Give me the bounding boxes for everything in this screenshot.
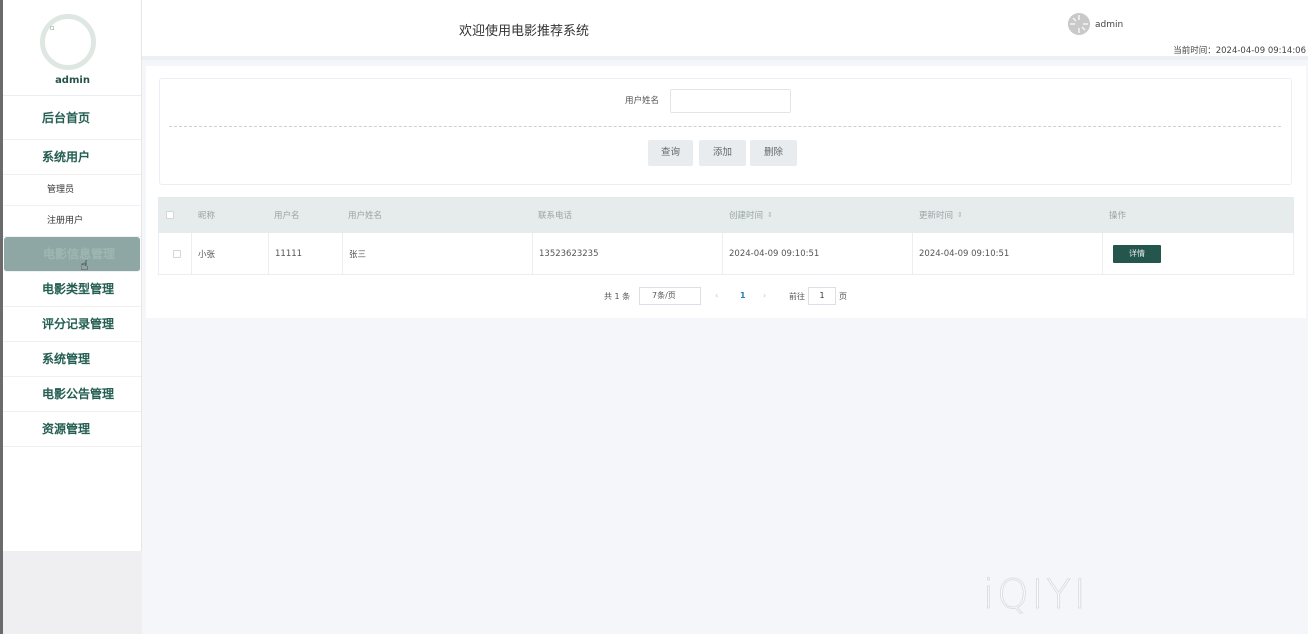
sidebar-item-resources[interactable]: 资源管理 [3,412,141,447]
table-row: 小张 11111 张三 13523623235 2024-04-09 09:10… [158,233,1294,275]
sidebar-item-registered-users[interactable]: 注册用户 [3,206,141,237]
pagination: 共 1 条 7条/页 ‹ 1 › 前往 1 页 [146,286,1306,306]
cell-action: 详情 [1102,233,1294,274]
sidebar-item-home[interactable]: 后台首页 [3,96,141,140]
cell-updated: 2024-04-09 09:10:51 [912,233,1102,274]
current-time: 当前时间：2024-04-09 09:14:06 [1173,46,1306,56]
delete-button[interactable]: 删除 [750,140,797,166]
col-username: 用户名 [274,211,300,221]
hand-cursor-icon: ☝ [80,258,89,274]
search-label: 用户姓名 [625,96,660,106]
col-updated-label: 更新时间 [919,211,954,221]
profile-name: admin [55,75,90,86]
sidebar-item-system-users[interactable]: 系统用户 [3,140,141,175]
profile: ▫ admin [3,0,141,96]
sort-icon[interactable]: ⇕ [767,211,773,219]
sidebar-item-movie-announcements[interactable]: 电影公告管理 [3,377,141,412]
col-updated[interactable]: 更新时间 ⇕ [919,197,963,233]
col-nickname: 昵称 [198,211,216,221]
row-checkbox[interactable] [173,249,181,258]
col-action: 操作 [1109,211,1127,221]
query-button[interactable]: 查询 [648,140,693,166]
sort-icon[interactable]: ⇕ [957,211,963,219]
table-header: 昵称 用户名 用户姓名 联系电话 创建时间 ⇕ 更新时间 ⇕ 操作 [158,197,1294,233]
sidebar-item-admins[interactable]: 管理员 [3,175,141,206]
sidebar-item-movie-info[interactable]: 电影信息管理 [4,237,140,272]
select-all-checkbox-cell[interactable] [166,197,174,233]
header-username[interactable]: admin [1095,20,1123,30]
select-all-checkbox[interactable] [166,211,174,219]
iqiyi-watermark: iQIYI [983,572,1089,619]
search-form: 用户姓名 查询 添加 删除 [159,78,1292,185]
loading-spinner-icon [1068,13,1090,35]
user-avatar[interactable] [1068,13,1090,35]
pagination-total: 共 1 条 [604,292,631,301]
cell-nickname: 小张 [191,233,268,274]
prev-page-icon[interactable]: ‹ [715,291,718,300]
cell-created: 2024-04-09 09:10:51 [722,233,912,274]
page-size-select[interactable]: 7条/页 [639,287,701,305]
avatar [40,14,96,70]
main-panel: 用户姓名 查询 添加 删除 昵称 用户名 用户姓名 联系电话 创建时间 ⇕ 更新时… [146,66,1306,318]
users-table: 昵称 用户名 用户姓名 联系电话 创建时间 ⇕ 更新时间 ⇕ 操作 小张 11111… [158,197,1294,275]
current-page[interactable]: 1 [740,291,746,300]
col-created-label: 创建时间 [729,211,764,221]
next-page-icon[interactable]: › [763,291,766,300]
broken-image-icon: ▫ [50,24,55,32]
cell-phone: 13523623235 [532,233,722,274]
sidebar-item-system-management[interactable]: 系统管理 [3,342,141,377]
header: 欢迎使用电影推荐系统 admin 当前时间：2024-04-09 09:14:0… [142,0,1308,60]
cell-realname: 张三 [342,233,532,274]
goto-page-input[interactable]: 1 [808,287,836,305]
add-button[interactable]: 添加 [699,140,746,166]
sidebar: ▫ admin 后台首页 系统用户 管理员 注册用户 电影信息管理 电影类型管理… [3,0,142,634]
col-phone: 联系电话 [538,211,573,221]
sidebar-footer [3,551,142,634]
page-title: 欢迎使用电影推荐系统 [459,24,590,39]
cell-username: 11111 [268,233,342,274]
row-checkbox-cell[interactable] [167,233,191,274]
sidebar-item-rating-records[interactable]: 评分记录管理 [3,307,141,342]
col-created[interactable]: 创建时间 ⇕ [729,197,773,233]
page-suffix: 页 [839,292,847,301]
detail-button[interactable]: 详情 [1113,244,1161,263]
divider [169,126,1281,127]
col-realname: 用户姓名 [348,211,383,221]
search-input[interactable] [670,89,791,113]
sidebar-item-movie-types[interactable]: 电影类型管理 [3,272,141,307]
goto-label: 前往 [789,292,805,301]
